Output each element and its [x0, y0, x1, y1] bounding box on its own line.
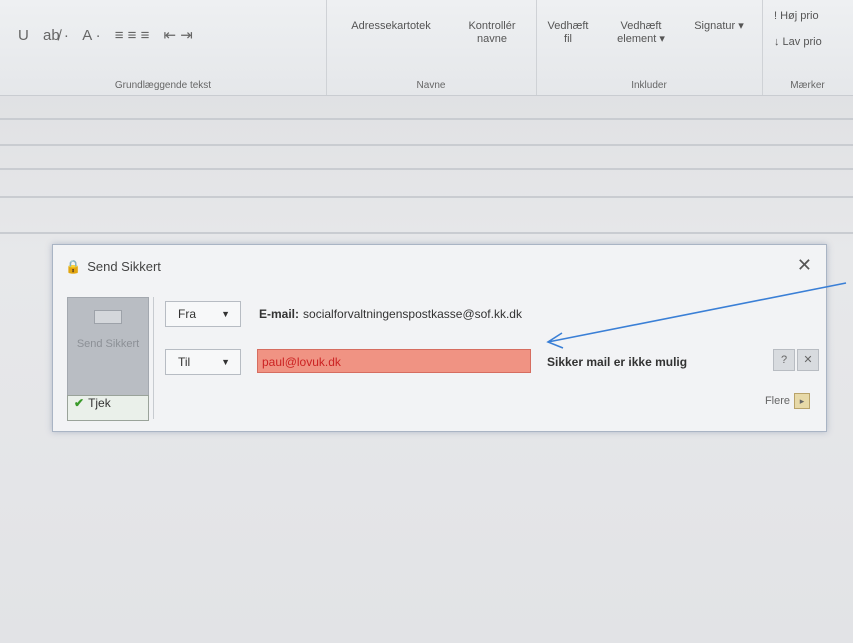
annotation-arrow [546, 282, 847, 349]
annotation-arrow-line [547, 282, 847, 343]
